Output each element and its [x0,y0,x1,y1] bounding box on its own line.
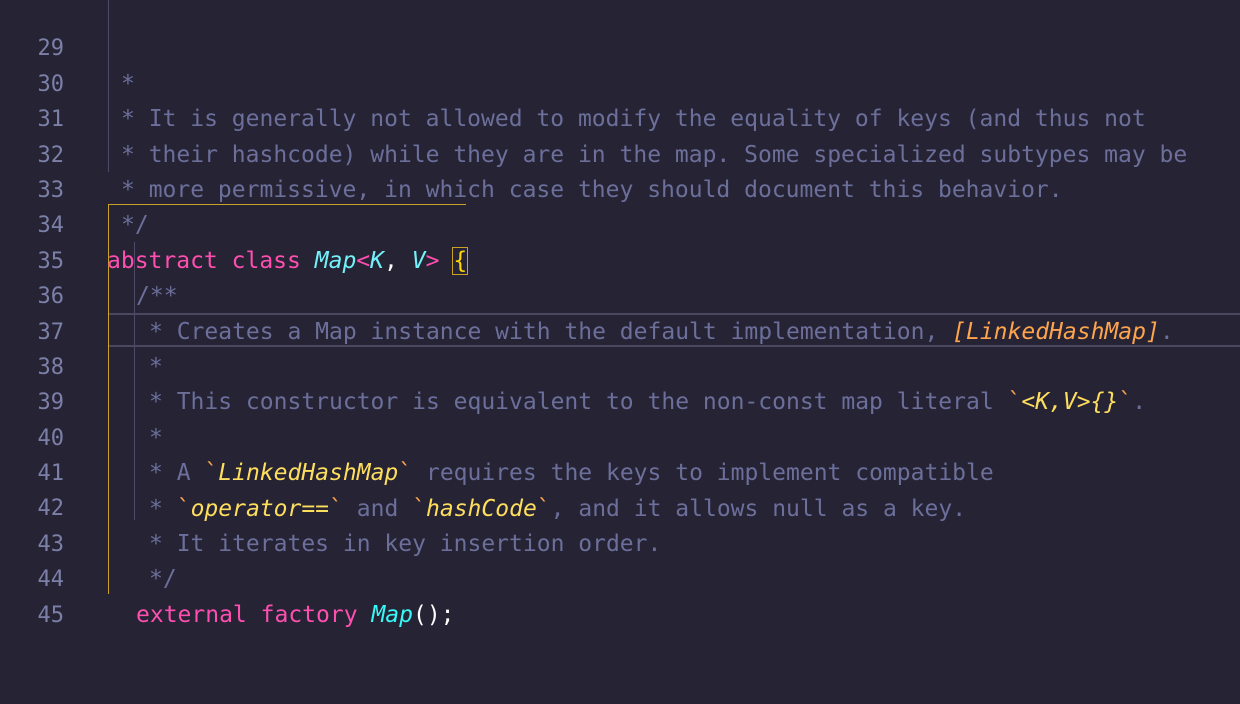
code-line: 40 * A `LinkedHashMap` requires the keys… [0,385,1240,486]
keyword-external: external [136,601,247,628]
constructor-name: Map [371,601,413,628]
code-line: 39 * [0,350,1240,450]
code-editor[interactable]: 29 * 30 * It is generally not allowed to… [0,0,1240,628]
code-line: 33 */ [0,138,1240,238]
factory-declaration: external factory Map(); [136,598,455,633]
code-line: 32 * more permissive, in which case they… [0,102,1240,203]
code-line: 45 [0,562,1240,628]
keyword-factory: factory [260,601,358,628]
code-line: 44 external factory Map(); [0,527,1240,627]
code-line: 34 abstract class Map<K, V> { [0,173,1240,275]
code-line: 43 */ [0,491,1240,592]
code-line: 36 * Creates a Map instance with the def… [0,244,1240,344]
code-line-current: 38 * This constructor is equivalent to t… [0,315,1240,415]
code-line: 42 * It iterates in key insertion order. [0,456,1240,556]
code-line: 29 * [0,0,1240,96]
code-line: 37 * [0,279,1240,380]
code-line: 41 * `operator==` and `hashCode`, and it… [0,421,1240,521]
code-line: 35 /** [0,208,1240,309]
code-line: 30 * It is generally not allowed to modi… [0,31,1240,132]
punctuation-parens: (); [412,601,455,628]
line-number: 45 [37,602,65,628]
code-line: 31 * their hashcode) while they are in t… [0,67,1240,167]
